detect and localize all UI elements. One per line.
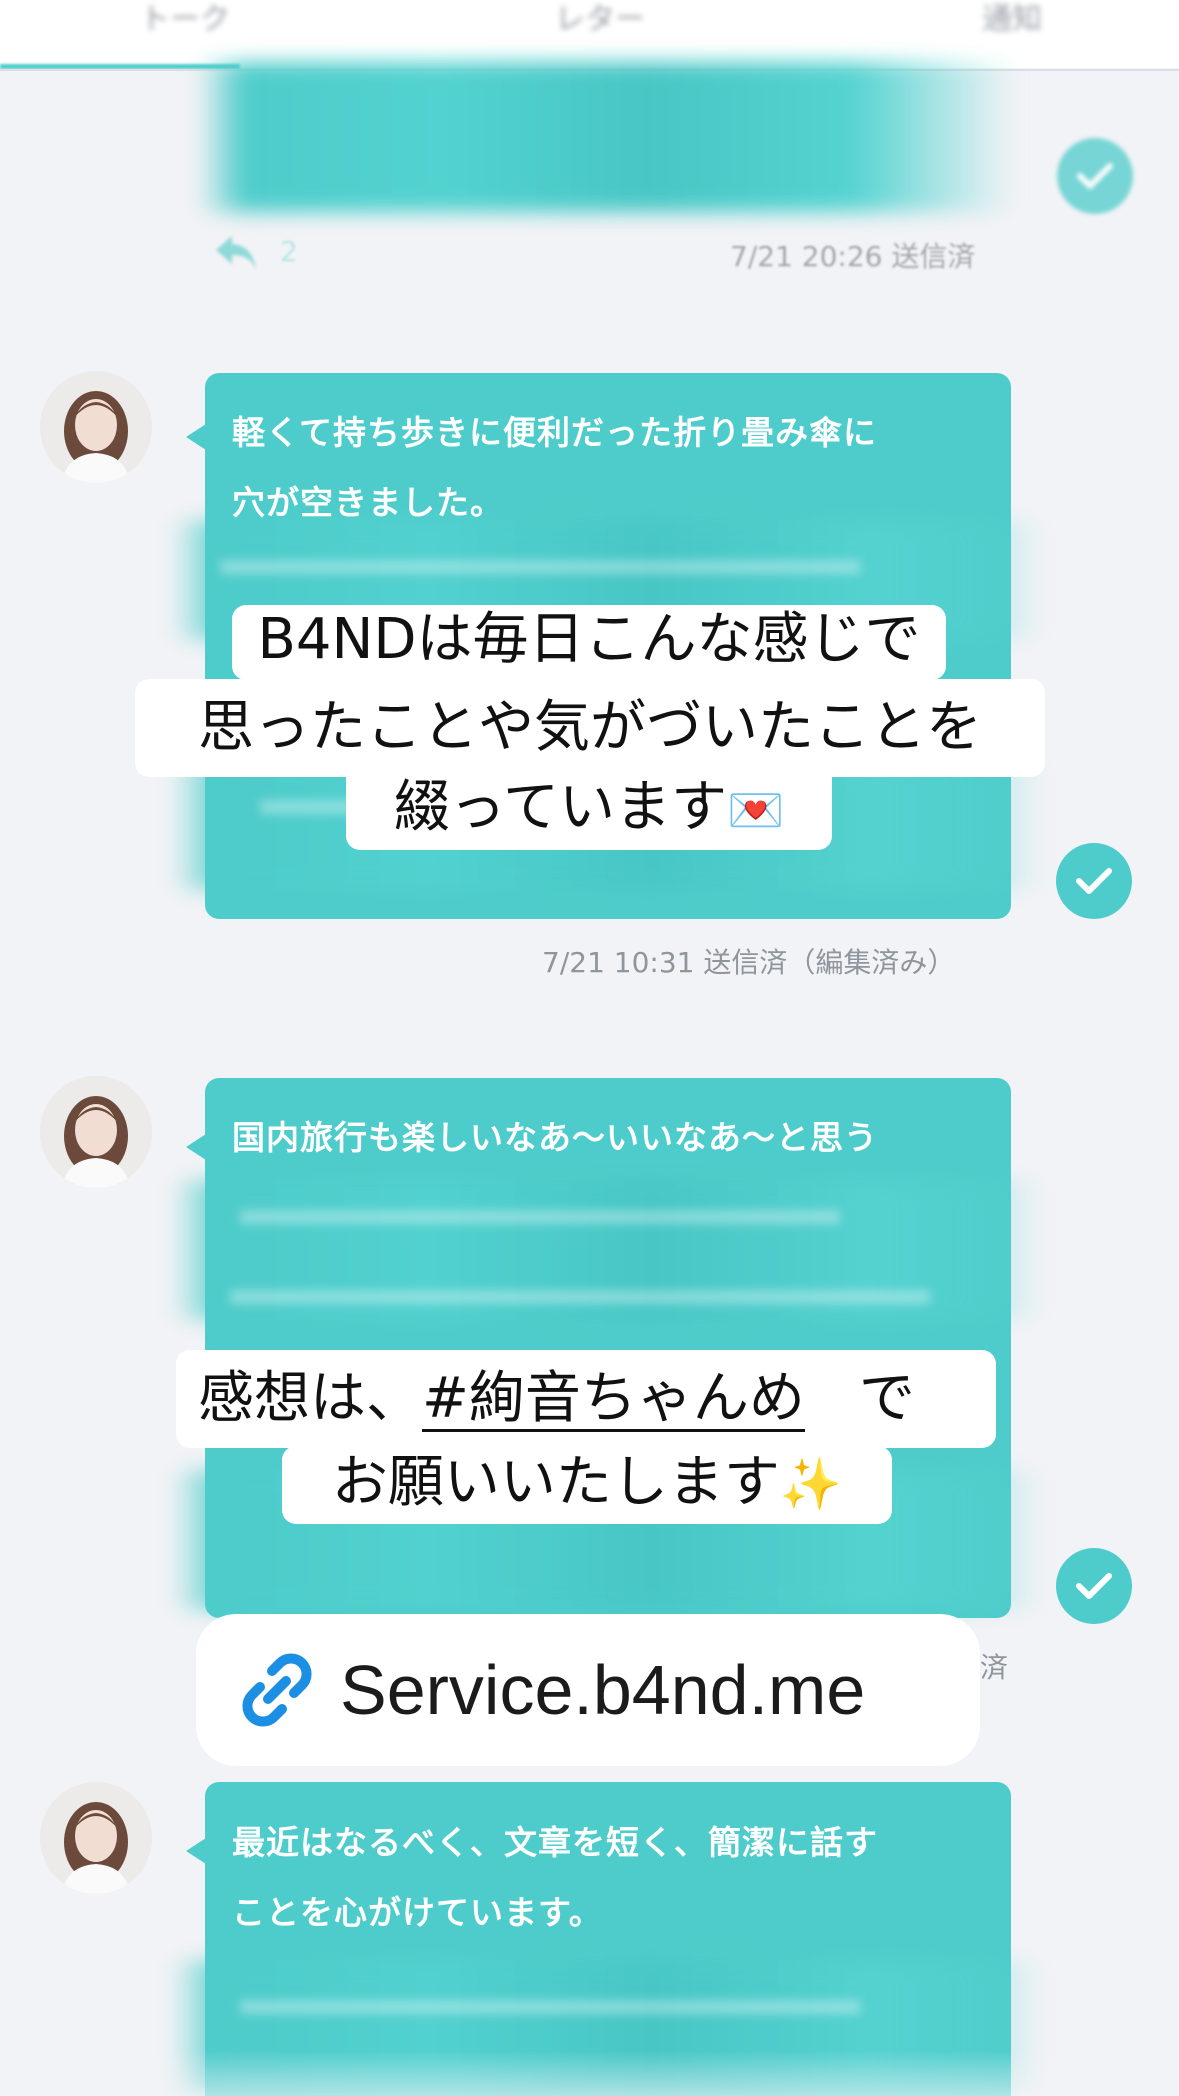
- message-timestamp: 7/21 20:26 送信済: [730, 240, 976, 273]
- caption-text: で: [858, 1366, 915, 1431]
- caption-text: お願いいたします: [331, 1450, 780, 1515]
- caption-text: 綴っています: [393, 775, 727, 840]
- caption-line: 思ったことや気がづいたことを: [135, 679, 1045, 777]
- blur-streak: [230, 1290, 930, 1304]
- bottom-fade: [0, 2050, 1179, 2096]
- link-icon: [242, 1653, 312, 1727]
- check-icon: [1056, 1548, 1132, 1624]
- message-text-line: ことを心がけています。: [232, 1893, 603, 1932]
- message-text-line: 穴が空きました。: [232, 483, 504, 522]
- avatar[interactable]: [40, 371, 152, 483]
- caption-line: 感想は、#絢音ちゃんめで: [176, 1350, 996, 1448]
- message-text-line: 軽くて持ち歩きに便利だった折り畳み傘に: [232, 413, 878, 452]
- check-icon: [1056, 843, 1132, 919]
- tab-talk[interactable]: トーク: [140, 0, 230, 38]
- blur-streak: [240, 1210, 840, 1224]
- bubble-tail: [186, 1134, 206, 1160]
- message-timestamp: 7/21 10:31 送信済（編集済み）: [542, 946, 956, 979]
- message-bubble-blurred: [196, 62, 1016, 212]
- caption-line-with-emoji: お願いいたします✨: [282, 1446, 892, 1524]
- message-text-line: 国内旅行も楽しいなあ〜いいなあ〜と思う: [232, 1118, 878, 1157]
- caption-text: 感想は、: [198, 1366, 422, 1431]
- tab-bar: トーク レター 通知: [0, 0, 1179, 69]
- bubble-tail: [186, 1838, 206, 1864]
- caption-line: B4NDは毎日こんな感じで: [232, 605, 946, 680]
- avatar[interactable]: [40, 1076, 152, 1188]
- caption-line-with-emoji: 綴っています💌: [346, 765, 832, 850]
- bubble-tail: [186, 424, 206, 450]
- message-text-line: 最近はなるべく、文章を短く、簡潔に話す: [232, 1823, 878, 1862]
- avatar[interactable]: [40, 1782, 152, 1894]
- blur-streak: [240, 2000, 860, 2014]
- check-icon: [1057, 138, 1133, 214]
- reply-icon[interactable]: [212, 228, 262, 278]
- love-letter-icon: 💌: [726, 783, 785, 837]
- hashtag[interactable]: #絢音ちゃんめ: [422, 1369, 805, 1432]
- message-timestamp: 済: [980, 1651, 1009, 1684]
- tab-letter[interactable]: レター: [555, 0, 645, 38]
- blur-streak: [220, 560, 860, 574]
- link-text[interactable]: Service.b4nd.me: [340, 1650, 865, 1730]
- reply-count: 2: [280, 235, 298, 268]
- sparkles-icon: ✨: [779, 1455, 843, 1513]
- tab-notifications[interactable]: 通知: [982, 0, 1042, 38]
- link-sticker[interactable]: Service.b4nd.me: [196, 1614, 980, 1766]
